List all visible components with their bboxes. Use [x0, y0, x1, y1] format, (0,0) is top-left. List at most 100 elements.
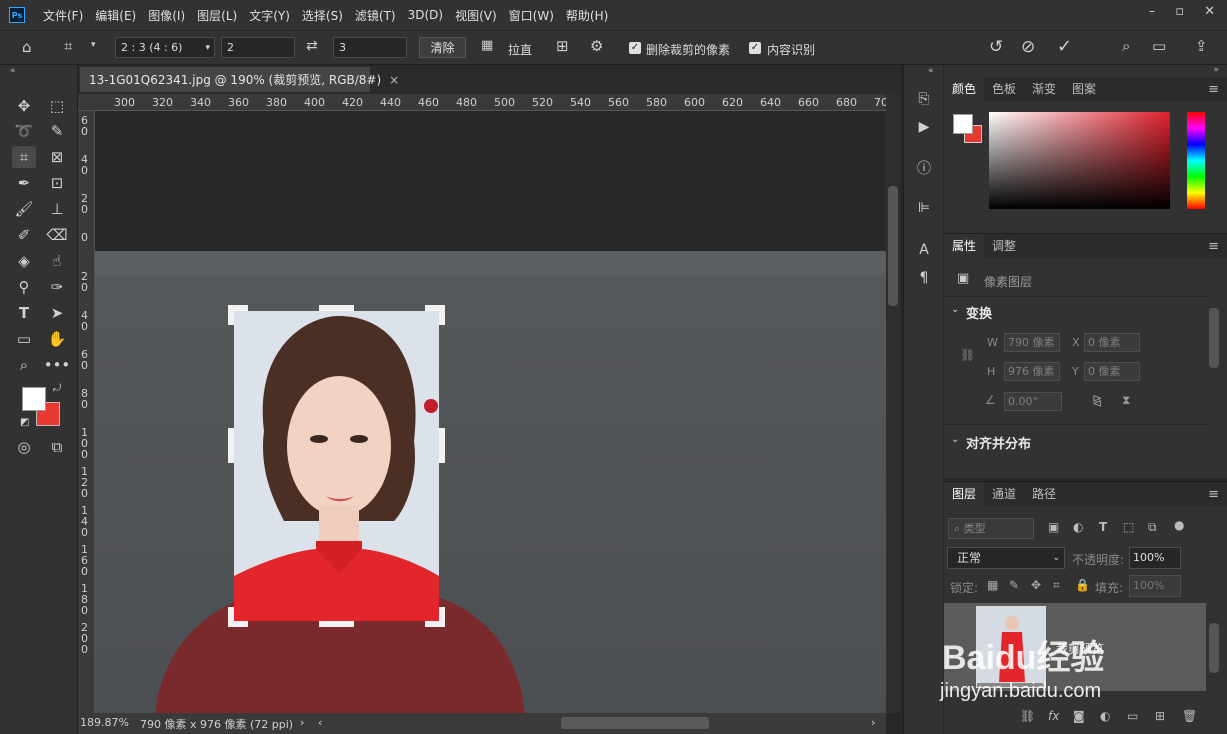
tab-channels[interactable]: 通道: [984, 482, 1024, 506]
zoom-level[interactable]: 189.87%: [80, 716, 129, 729]
history-brush-icon[interactable]: ✐: [12, 224, 36, 246]
scroll-thumb[interactable]: [888, 186, 898, 306]
quick-select-tool-icon[interactable]: ✎: [45, 120, 69, 142]
scroll-left-icon[interactable]: ‹: [318, 716, 322, 729]
overlay-grid-icon[interactable]: ⊞: [556, 37, 569, 55]
collapse-icon[interactable]: «: [10, 66, 16, 76]
lock-position-icon[interactable]: ✥: [1031, 578, 1041, 592]
reset-icon[interactable]: ↺: [989, 37, 1003, 57]
filter-smart-object-icon[interactable]: ⧉: [1148, 520, 1157, 535]
restore-icon[interactable]: ▫: [1175, 4, 1184, 19]
horizontal-scroll-thumb[interactable]: [561, 717, 709, 729]
filter-pixel-icon[interactable]: ▣: [1048, 520, 1059, 534]
document-tab[interactable]: 13-1G01Q62341.jpg @ 190% (裁剪预览, RGB/8#) …: [80, 67, 399, 92]
zoom-tool-icon[interactable]: ⌕: [12, 354, 36, 376]
gradient-tool-icon[interactable]: ◈: [12, 250, 36, 272]
filter-toggle-icon[interactable]: ●: [1174, 518, 1184, 532]
menu-type[interactable]: 文字(Y): [243, 7, 296, 24]
patch-tool-icon[interactable]: ⊡: [45, 172, 69, 194]
crop-tool-icon[interactable]: ⌗: [12, 146, 36, 168]
layers-scroll-thumb[interactable]: [1209, 623, 1219, 673]
character-style-icon[interactable]: ⊫: [914, 198, 934, 218]
lock-artboard-icon[interactable]: ⌗: [1053, 578, 1060, 593]
screen-mode-icon[interactable]: ⧉: [45, 436, 69, 458]
commit-icon[interactable]: ✓: [1057, 36, 1072, 57]
height-ratio-input[interactable]: 3: [333, 37, 407, 58]
flip-horizontal-icon[interactable]: ⧎: [1092, 393, 1102, 407]
minimize-icon[interactable]: –: [1149, 4, 1156, 19]
layer-filter-select[interactable]: ⌕ 类型: [948, 518, 1034, 539]
transform-title[interactable]: 变换: [966, 303, 992, 322]
canvas[interactable]: [95, 111, 886, 713]
straighten-label[interactable]: 拉直: [508, 41, 532, 58]
quick-mask-icon[interactable]: ◎: [12, 436, 36, 458]
more-tools-icon[interactable]: •••: [44, 354, 71, 376]
tab-properties[interactable]: 属性: [944, 234, 985, 258]
close-tab-icon[interactable]: ×: [389, 73, 399, 87]
rectangle-tool-icon[interactable]: ▭: [12, 328, 36, 350]
info-icon[interactable]: ⓘ: [914, 158, 934, 178]
layer-mask-icon[interactable]: ◙: [1073, 709, 1085, 723]
collapse-icon[interactable]: »: [1213, 65, 1219, 75]
menu-window[interactable]: 窗口(W): [503, 7, 560, 24]
collapse-icon[interactable]: «: [928, 66, 934, 76]
flip-vertical-icon[interactable]: ⧗: [1122, 393, 1130, 408]
menu-3d[interactable]: 3D(D): [402, 8, 449, 22]
chevron-down-icon[interactable]: ⌄: [951, 434, 959, 445]
filter-shape-icon[interactable]: ⬚: [1123, 520, 1134, 534]
eyedropper-tool-icon[interactable]: ✒: [12, 172, 36, 194]
chevron-down-icon[interactable]: ⌄: [951, 304, 959, 315]
filter-type-icon[interactable]: T: [1099, 520, 1107, 534]
scroll-right-icon[interactable]: ›: [871, 716, 875, 729]
delete-layer-icon[interactable]: 🗑: [1182, 709, 1197, 723]
frame-tool-icon[interactable]: ⊠: [45, 146, 69, 168]
link-icon[interactable]: ⛓: [960, 348, 975, 362]
menu-layer[interactable]: 图层(L): [191, 7, 243, 24]
menu-help[interactable]: 帮助(H): [560, 7, 614, 24]
tab-layers[interactable]: 图层: [944, 482, 985, 506]
smudge-tool-icon[interactable]: ☝: [45, 250, 69, 272]
properties-scroll-thumb[interactable]: [1209, 308, 1219, 368]
color-field[interactable]: [989, 112, 1170, 209]
opacity-field[interactable]: 100%: [1129, 547, 1181, 569]
tab-adjustments[interactable]: 调整: [984, 234, 1024, 258]
tab-color[interactable]: 颜色: [944, 77, 985, 101]
status-menu-icon[interactable]: ›: [300, 716, 304, 729]
delete-cropped-checkbox[interactable]: ✓: [629, 42, 641, 54]
menu-edit[interactable]: 编辑(E): [89, 7, 142, 24]
tab-gradients[interactable]: 渐变: [1024, 77, 1064, 101]
panel-menu-icon[interactable]: ≡: [1208, 239, 1219, 254]
angle-field[interactable]: 0.00°: [1004, 392, 1062, 411]
color-panel-foreground-swatch[interactable]: [953, 114, 973, 134]
lasso-tool-icon[interactable]: ➰: [12, 120, 36, 142]
filter-adjustment-icon[interactable]: ◐: [1073, 520, 1083, 534]
y-field[interactable]: 0 像素: [1084, 362, 1140, 381]
lock-all-icon[interactable]: 🔒: [1075, 578, 1090, 592]
hand-tool-icon[interactable]: ✋: [45, 328, 69, 350]
type-tool-icon[interactable]: T: [12, 302, 36, 324]
close-icon[interactable]: ✕: [1204, 4, 1215, 19]
home-icon[interactable]: ⌂: [22, 38, 32, 56]
stamp-tool-icon[interactable]: ⊥: [45, 198, 69, 220]
fill-field[interactable]: 100%: [1129, 575, 1181, 597]
menu-select[interactable]: 选择(S): [296, 7, 349, 24]
width-ratio-input[interactable]: 2: [221, 37, 295, 58]
pen-tool-icon[interactable]: ✑: [45, 276, 69, 298]
gear-icon[interactable]: ⚙: [590, 37, 603, 55]
actions-play-icon[interactable]: ▶: [914, 117, 934, 137]
swap-colors-icon[interactable]: ⤾: [53, 383, 61, 394]
tab-paths[interactable]: 路径: [1024, 482, 1064, 506]
path-select-tool-icon[interactable]: ➤: [45, 302, 69, 324]
panel-menu-icon[interactable]: ≡: [1208, 487, 1219, 502]
link-layers-icon[interactable]: ⛓: [1020, 709, 1035, 723]
tab-patterns[interactable]: 图案: [1064, 77, 1104, 101]
share-icon[interactable]: ⇪: [1195, 37, 1208, 55]
marquee-tool-icon[interactable]: ⬚: [45, 95, 69, 117]
panel-menu-icon[interactable]: ≡: [1208, 82, 1219, 97]
canvas-vertical-scrollbar[interactable]: [886, 94, 900, 713]
brush-tool-icon[interactable]: 🖌: [12, 198, 36, 220]
history-icon[interactable]: ⎘: [914, 89, 934, 109]
hue-slider[interactable]: [1187, 112, 1205, 209]
workspace-icon[interactable]: ▭: [1152, 37, 1166, 55]
straighten-icon[interactable]: ▦: [481, 38, 493, 53]
